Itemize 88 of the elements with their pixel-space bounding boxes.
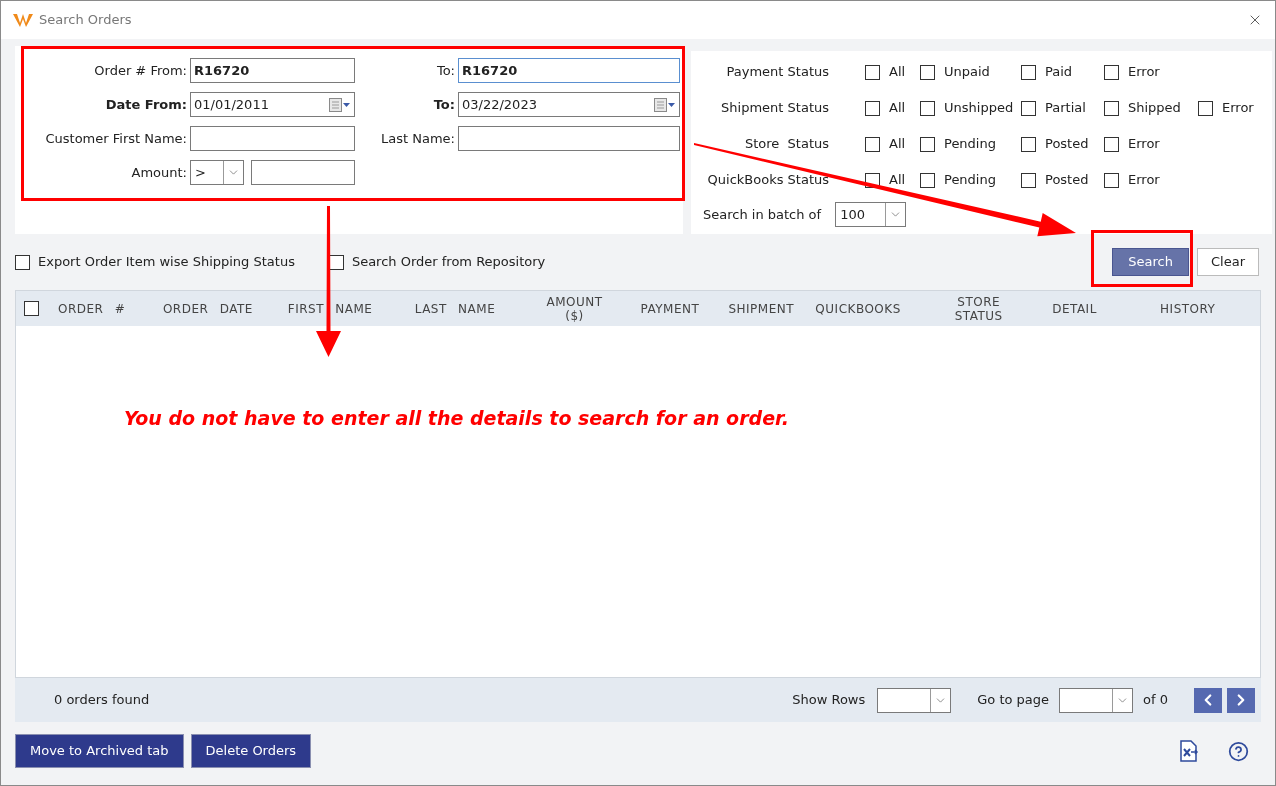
field-label: Last Name: (380, 129, 455, 148)
column-header[interactable]: DETAIL (1052, 299, 1097, 318)
column-header[interactable]: LAST NAME (414, 299, 496, 318)
checkbox-label: Posted (1045, 171, 1089, 190)
checkbox[interactable] (1021, 136, 1036, 152)
clear-button[interactable]: Clear (1197, 248, 1259, 276)
checkbox-label: Shipped (1128, 99, 1181, 118)
checkbox[interactable] (920, 172, 935, 188)
checkbox[interactable] (1104, 136, 1119, 152)
last-name-field[interactable] (458, 126, 680, 151)
checkbox[interactable] (865, 100, 880, 116)
column-header[interactable]: QUICKBOOKS (815, 299, 901, 318)
checkbox-label: Pending (944, 135, 996, 154)
order-from-field[interactable]: R16720 (190, 58, 355, 83)
checkbox[interactable] (920, 136, 935, 152)
column-header[interactable]: SHIPMENT (728, 299, 795, 318)
search-button[interactable]: Search (1112, 248, 1189, 276)
field-label: Order # From: (93, 61, 187, 80)
checkbox-label: Error (1222, 99, 1254, 118)
action-button[interactable]: Move to Archived tab (15, 734, 184, 768)
checkbox[interactable] (865, 64, 880, 80)
checkbox-label: All (889, 135, 906, 154)
checkbox-label: Unpaid (944, 63, 990, 82)
checkbox[interactable] (865, 136, 880, 152)
previous-page-button[interactable] (1194, 687, 1222, 713)
checkbox-label: All (889, 63, 906, 82)
action-button[interactable]: Delete Orders (190, 734, 312, 768)
calendar-icon[interactable] (329, 97, 351, 112)
checkbox[interactable] (920, 64, 935, 80)
column-header[interactable]: AMOUNT ($) (539, 294, 610, 323)
date-to-field[interactable]: 03/22/2023 (458, 92, 680, 117)
field-label: Date From: (104, 95, 187, 114)
help-icon[interactable] (1228, 740, 1249, 762)
status-label: Store Status (743, 135, 830, 154)
checkbox-label: Paid (1045, 63, 1073, 82)
column-header[interactable]: ORDER DATE (162, 299, 253, 318)
checkbox[interactable] (1021, 172, 1036, 188)
column-header[interactable]: ORDER # (57, 299, 126, 318)
checkbox[interactable] (1198, 100, 1213, 116)
option-label: Export Order Item wise Shipping Status (38, 253, 295, 272)
checkbox[interactable] (1104, 100, 1119, 116)
page-total: of 0 (1143, 691, 1168, 710)
first-name-field[interactable] (190, 126, 355, 151)
next-page-button[interactable] (1227, 687, 1255, 713)
checkbox[interactable] (920, 100, 935, 116)
field-label: Customer First Name: (44, 129, 187, 148)
checkbox[interactable] (1104, 172, 1119, 188)
option-label: Search Order from Repository (351, 253, 546, 272)
date-from-field[interactable]: 01/01/2011 (190, 92, 355, 117)
field-label: To: (435, 61, 455, 80)
checkbox-label: All (889, 99, 906, 118)
spreadsheet-export-icon[interactable] (1177, 740, 1199, 762)
calendar-icon[interactable] (654, 97, 676, 112)
logo-icon (13, 12, 33, 28)
operator-dropdown[interactable]: > (190, 160, 244, 185)
checkbox-label: Error (1128, 171, 1160, 190)
amount-field[interactable] (251, 160, 355, 185)
column-header[interactable]: FIRST NAME (287, 299, 373, 318)
checkbox-label: Error (1128, 135, 1160, 154)
checkbox-label: Error (1128, 63, 1160, 82)
column-header[interactable]: STORE STATUS (943, 294, 1014, 323)
checkbox-label: Unshipped (944, 99, 1014, 118)
go-to-page-label: Go to page (977, 691, 1050, 710)
field-label: Amount: (130, 163, 187, 182)
rows-dropdown[interactable] (877, 687, 952, 713)
window-title: Search Orders (39, 11, 132, 30)
status-label: QuickBooks Status (706, 171, 830, 190)
checkbox[interactable] (1021, 100, 1036, 116)
annotation-text: You do not have to enter all the details to search for an order. (124, 407, 789, 429)
checkbox-label: Partial (1045, 99, 1086, 118)
orders-count: 0 orders found (54, 691, 150, 710)
status-label: Shipment Status (720, 99, 830, 118)
batch-label: Search in batch of (703, 205, 822, 224)
page-dropdown[interactable] (1059, 687, 1134, 713)
order-to-field[interactable]: R16720 (458, 58, 680, 83)
checkbox[interactable] (1021, 64, 1036, 80)
checkbox-label: Posted (1045, 135, 1089, 154)
show-rows-label: Show Rows (792, 691, 866, 710)
field-label: To: (432, 95, 455, 114)
status-label: Payment Status (725, 63, 830, 82)
column-header[interactable]: PAYMENT (640, 299, 700, 318)
checkbox-label: Pending (944, 171, 996, 190)
batch-dropdown[interactable]: 100 (835, 202, 907, 227)
checkbox[interactable] (24, 301, 40, 316)
checkbox[interactable] (1104, 64, 1119, 80)
checkbox-label: All (889, 171, 906, 190)
column-header[interactable]: HISTORY (1160, 299, 1216, 318)
checkbox[interactable] (15, 254, 30, 270)
